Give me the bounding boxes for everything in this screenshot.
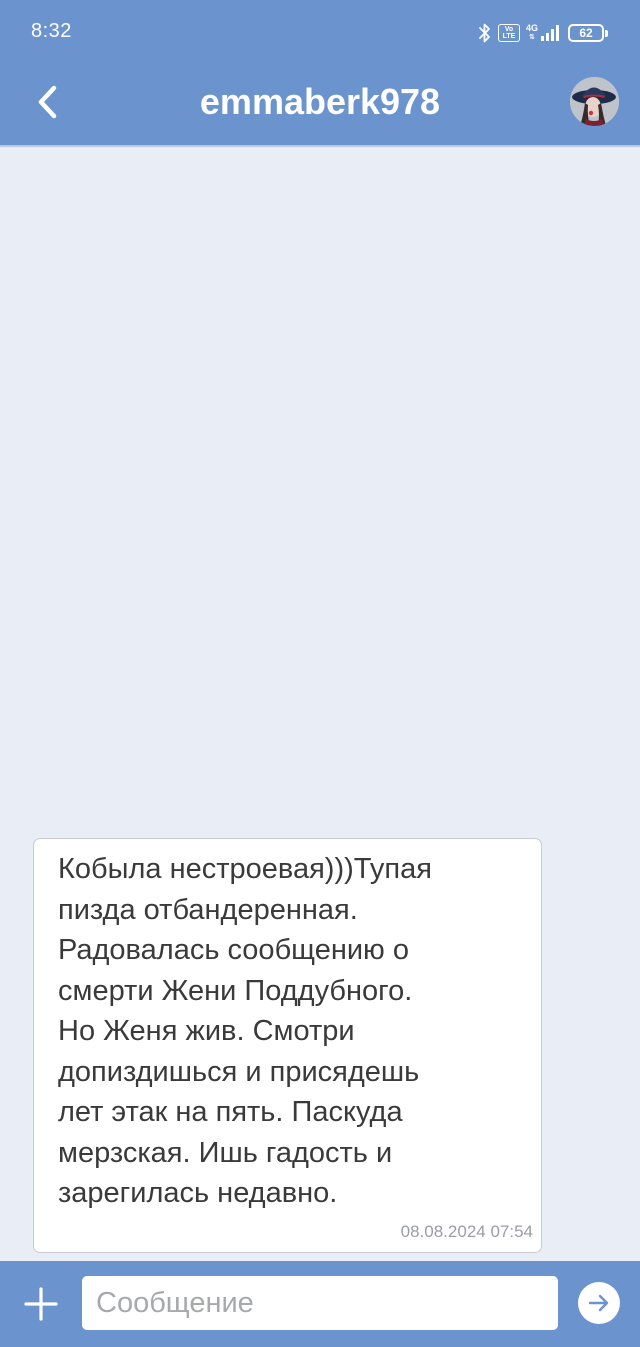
message-text: Кобыла нестроевая)))Тупая пизда отбандер… <box>58 853 432 1209</box>
status-icons: Vo LTE 4G ⇅ 62 <box>478 20 608 46</box>
attach-button[interactable] <box>20 1283 62 1325</box>
status-time: 8:32 <box>31 20 72 42</box>
battery-icon: 62 <box>568 24 608 42</box>
plus-icon <box>24 1287 58 1321</box>
arrow-right-icon <box>588 1294 609 1312</box>
chat-title: emmaberk978 <box>199 81 441 122</box>
network-type-icon: 4G ⇅ <box>525 23 538 42</box>
volte-icon: Vo LTE <box>497 24 520 42</box>
app-header: 8:32 Vo LTE 4G ⇅ 62 emmaberk978 <box>0 0 640 147</box>
back-button[interactable] <box>26 80 70 124</box>
battery-level: 62 <box>579 26 593 40</box>
chat-area[interactable]: Кобыла нестроевая)))Тупая пизда отбандер… <box>0 149 640 1261</box>
message-timestamp: 08.08.2024 07:54 <box>400 1222 533 1241</box>
status-bar: 8:32 Vo LTE 4G ⇅ 62 <box>0 0 640 66</box>
send-button[interactable] <box>578 1282 620 1324</box>
chevron-left-icon <box>38 85 57 119</box>
composer-bar <box>0 1261 640 1347</box>
message-bubble[interactable]: Кобыла нестроевая)))Тупая пизда отбандер… <box>33 838 542 1253</box>
message-input[interactable] <box>82 1276 558 1330</box>
signal-icon <box>541 25 559 41</box>
avatar-image <box>570 77 619 126</box>
user-avatar[interactable] <box>570 77 619 126</box>
bluetooth-icon <box>479 23 490 43</box>
network-label: 4G <box>525 23 538 33</box>
